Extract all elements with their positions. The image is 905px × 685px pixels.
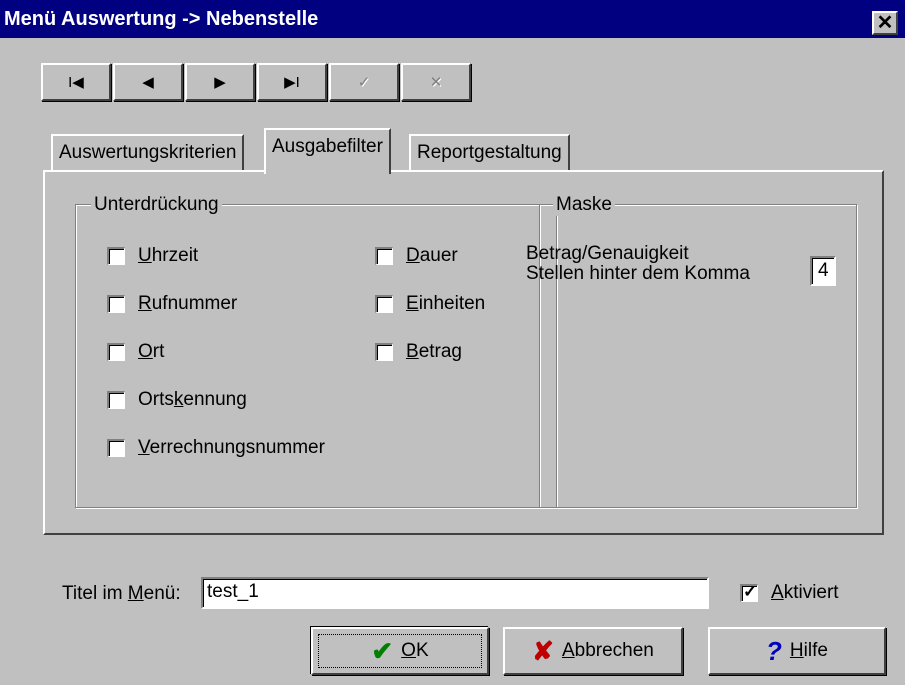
- checkmark-icon: ✓: [743, 582, 758, 601]
- menu-title-label: Titel im Menü:: [62, 583, 181, 604]
- previous-record-button[interactable]: ◀: [113, 63, 183, 101]
- close-icon: ✕: [876, 12, 894, 34]
- checkbox-verrechnungsnummer[interactable]: Verrechnungsnummer: [107, 436, 325, 460]
- tab-panel: Unterdrückung Uhrzeit Rufnummer Ort Orts…: [43, 170, 884, 535]
- checkbox-box[interactable]: ✓: [740, 582, 758, 602]
- help-button[interactable]: ? Hilfe: [708, 627, 886, 675]
- checkbox-box[interactable]: [375, 295, 393, 313]
- tab-label: Auswertungskriterien: [59, 142, 237, 163]
- previous-record-icon: ◀: [142, 74, 154, 91]
- checkbox-box[interactable]: [375, 343, 393, 361]
- window-title: Menü Auswertung -> Nebenstelle: [4, 8, 319, 30]
- decimal-places-label-line2: Stellen hinter dem Komma: [526, 263, 750, 284]
- cancel-button[interactable]: ✘ Abbrechen: [503, 627, 683, 675]
- checkbox-dauer[interactable]: Dauer: [375, 244, 485, 268]
- checkbox-label: Verrechnungsnummer: [138, 437, 325, 458]
- last-record-button[interactable]: ▶I: [257, 63, 327, 101]
- cancel-edit-button[interactable]: ✕: [401, 63, 471, 101]
- decimal-places-input[interactable]: 4: [810, 256, 836, 286]
- checkbox-ort[interactable]: Ort: [107, 340, 325, 364]
- help-label: Hilfe: [789, 640, 828, 661]
- next-record-icon: ▶: [214, 74, 226, 91]
- next-record-button[interactable]: ▶: [185, 63, 255, 101]
- ok-label: OK: [401, 640, 429, 661]
- tab-auswertungskriterien[interactable]: Auswertungskriterien: [51, 134, 245, 172]
- checkbox-rufnummer[interactable]: Rufnummer: [107, 292, 325, 316]
- checkbox-betrag[interactable]: Betrag: [375, 340, 485, 364]
- decimal-places-label-line1: Betrag/Genauigkeit: [526, 243, 689, 264]
- checkbox-list-right: Dauer Einheiten Betrag: [375, 244, 485, 364]
- cross-icon: ✕: [429, 74, 443, 91]
- checkbox-ortskennung[interactable]: Ortskennung: [107, 388, 325, 412]
- tab-label: Ausgabefilter: [272, 136, 383, 157]
- checkbox-list-left: Uhrzeit Rufnummer Ort Ortskennung Verrec…: [107, 244, 325, 460]
- checkbox-box[interactable]: [107, 391, 125, 409]
- checkbox-label: Uhrzeit: [138, 245, 199, 266]
- decimal-places-label: Betrag/Genauigkeit Stellen hinter dem Ko…: [526, 244, 750, 284]
- checkbox-einheiten[interactable]: Einheiten: [375, 292, 485, 316]
- checkbox-label: Einheiten: [406, 293, 486, 314]
- checkmark-icon: ✓: [357, 74, 371, 91]
- close-button[interactable]: ✕: [872, 11, 898, 35]
- first-record-icon: I◀: [68, 74, 84, 91]
- checkmark-icon: ✔: [371, 636, 394, 666]
- checkbox-box[interactable]: [107, 439, 125, 457]
- ok-button[interactable]: ✔ OK: [311, 627, 489, 675]
- checkbox-label: Betrag: [406, 341, 462, 362]
- checkbox-label: Ortskennung: [138, 389, 247, 410]
- tab-label: Reportgestaltung: [417, 142, 562, 163]
- checkbox-label: Aktiviert: [771, 582, 839, 603]
- checkbox-box[interactable]: [107, 295, 125, 313]
- checkbox-box[interactable]: [107, 247, 125, 265]
- menu-title-input[interactable]: test_1: [201, 577, 709, 609]
- tab-reportgestaltung[interactable]: Reportgestaltung: [409, 134, 570, 172]
- checkbox-label: Ort: [138, 341, 165, 362]
- checkbox-label: Rufnummer: [138, 293, 238, 314]
- checkbox-box[interactable]: [107, 343, 125, 361]
- first-record-button[interactable]: I◀: [41, 63, 111, 101]
- checkbox-box[interactable]: [375, 247, 393, 265]
- suppression-group-title: Unterdrückung: [91, 194, 222, 216]
- cancel-label: Abbrechen: [561, 640, 654, 661]
- last-record-icon: ▶I: [284, 74, 300, 91]
- help-icon: ?: [766, 636, 782, 666]
- checkbox-uhrzeit[interactable]: Uhrzeit: [107, 244, 325, 268]
- cross-icon: ✘: [532, 636, 554, 666]
- post-button[interactable]: ✓: [329, 63, 399, 101]
- checkbox-label: Dauer: [406, 245, 458, 266]
- mask-group-title: Maske: [553, 194, 615, 216]
- tab-ausgabefilter[interactable]: Ausgabefilter: [264, 128, 391, 174]
- checkbox-aktiviert[interactable]: ✓ Aktiviert: [740, 581, 839, 605]
